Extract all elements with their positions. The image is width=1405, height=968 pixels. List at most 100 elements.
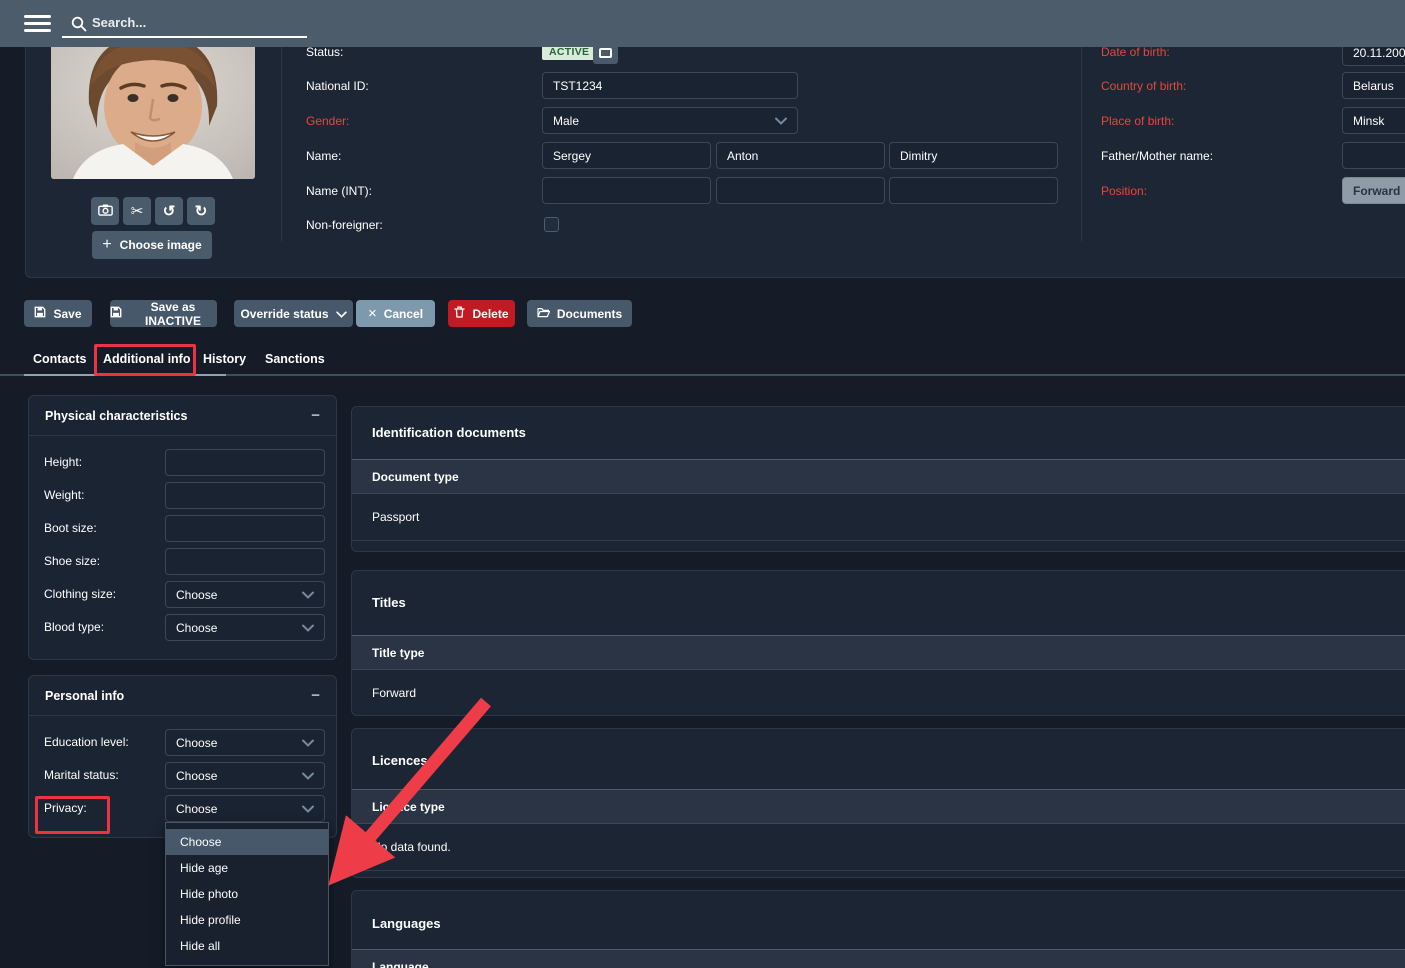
education-level-select[interactable]: Choose [165,729,325,756]
tab-sanctions[interactable]: Sanctions [265,352,325,366]
personal-info-header: Personal info − [29,676,336,716]
delete-button[interactable]: Delete [448,300,515,327]
titles-title: Titles [372,595,406,610]
trash-icon [454,306,465,321]
search-input[interactable] [92,12,302,32]
shoe-size-label: Shoe size: [44,554,100,568]
identification-documents-title: Identification documents [372,425,526,440]
rotate-left-button[interactable]: ↺ [155,197,183,225]
country-of-birth-input[interactable] [1342,72,1405,99]
privacy-select[interactable]: Choose [165,795,325,822]
status-label: Status: [306,45,343,59]
dob-label: Date of birth: [1101,45,1170,59]
dropdown-option-hide-age[interactable]: Hide age [166,855,328,881]
physical-characteristics-panel: Physical characteristics − Height: Weigh… [28,395,337,660]
choose-image-label: Choose image [120,238,202,252]
dropdown-option-choose[interactable]: Choose [166,829,328,855]
document-type-header-label: Document type [372,470,459,484]
weight-input[interactable] [165,482,325,509]
shoe-size-input[interactable] [165,548,325,575]
tabs-divider-highlight [24,374,226,376]
national-id-label: National ID: [306,79,369,93]
personal-info-title: Personal info [45,689,124,703]
save-as-inactive-button[interactable]: Save as INACTIVE [110,300,217,327]
dropdown-option-hide-profile[interactable]: Hide profile [166,907,328,933]
marital-status-label: Marital status: [44,768,119,782]
dropdown-option-hide-all[interactable]: Hide all [166,933,328,959]
boot-size-input[interactable] [165,515,325,542]
name-label: Name: [306,149,341,163]
plus-icon: + [102,236,111,254]
rotate-left-icon: ↺ [163,202,176,220]
privacy-label: Privacy: [44,801,87,815]
camera-icon [98,203,113,220]
no-data-message: No data found. [372,840,451,854]
collapse-icon[interactable]: − [311,687,320,704]
father-mother-name-input[interactable] [1342,142,1405,169]
clothing-size-select[interactable]: Choose [165,581,325,608]
weight-label: Weight: [44,488,84,502]
position-field: Forward [1342,177,1405,204]
personal-info-panel: Personal info − Education level: Choose … [28,675,337,838]
save-label: Save [53,307,81,321]
blood-type-value: Choose [176,621,217,635]
marital-status-select[interactable]: Choose [165,762,325,789]
middle-name-int-input[interactable] [716,177,885,204]
physical-characteristics-header: Physical characteristics − [29,396,336,436]
search-icon [71,16,87,37]
marital-status-value: Choose [176,769,217,783]
national-id-input[interactable] [542,72,798,99]
middle-name-input[interactable] [716,142,885,169]
last-name-input[interactable] [889,142,1058,169]
tab-contacts[interactable]: Contacts [33,352,86,366]
blood-type-select[interactable]: Choose [165,614,325,641]
cancel-button[interactable]: × Cancel [356,300,435,327]
tab-history[interactable]: History [203,352,246,366]
physical-characteristics-title: Physical characteristics [45,409,187,423]
crop-button[interactable]: ✂ [123,197,151,225]
dropdown-option-hide-photo[interactable]: Hide photo [166,881,328,907]
override-status-button[interactable]: Override status [234,300,353,327]
first-name-input[interactable] [542,142,711,169]
rotate-right-button[interactable]: ↻ [187,197,215,225]
save-button[interactable]: Save [24,300,92,327]
save-icon [110,306,122,321]
close-icon: × [368,305,377,322]
languages-title: Languages [372,916,441,931]
chevron-down-icon [302,621,314,635]
chevron-down-icon [302,769,314,783]
first-name-int-input[interactable] [542,177,711,204]
identification-documents-section: Identification documents Document type P… [351,406,1405,552]
last-name-int-input[interactable] [889,177,1058,204]
position-label: Position: [1101,184,1147,198]
search-underline [62,36,307,38]
save-icon [34,306,46,321]
choose-image-button[interactable]: + Choose image [92,231,212,259]
document-type-column-header: Document type [352,459,1405,494]
height-input[interactable] [165,449,325,476]
licence-type-header-label: Licence type [372,800,445,814]
collapse-icon[interactable]: − [311,407,320,424]
non-foreigner-checkbox[interactable] [544,217,559,232]
place-of-birth-input[interactable] [1342,107,1405,134]
table-row[interactable]: Passport [352,494,1405,541]
documents-label: Documents [557,307,622,321]
scissors-icon: ✂ [131,202,144,220]
documents-button[interactable]: Documents [527,300,632,327]
hamburger-menu-icon[interactable] [24,15,51,32]
table-row[interactable]: Forward [352,670,1405,716]
gender-label: Gender: [306,114,349,128]
camera-button[interactable] [91,197,119,225]
card-icon [599,48,612,58]
place-of-birth-label: Place of birth: [1101,114,1174,128]
empty-table-row: No data found. [352,824,1405,871]
chevron-down-icon [302,802,314,816]
rotate-right-icon: ↻ [195,202,208,220]
clothing-size-label: Clothing size: [44,587,116,601]
chevron-down-icon [336,307,347,321]
education-level-label: Education level: [44,735,129,749]
tab-additional-info[interactable]: Additional info [103,352,190,366]
licences-title: Licences [372,753,428,768]
gender-select[interactable]: Male [542,107,798,134]
title-type-column-header: Title type [352,635,1405,670]
